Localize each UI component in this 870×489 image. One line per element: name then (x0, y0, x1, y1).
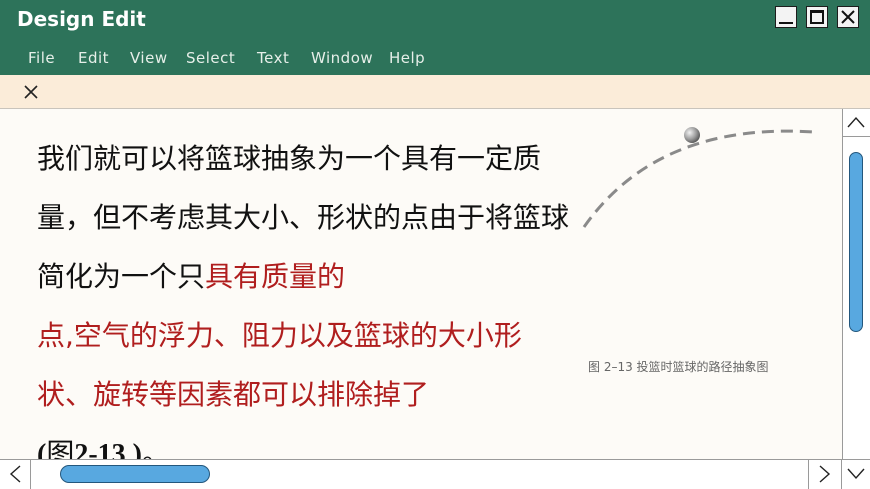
menu-bar: File Edit View Select Text Window Help (0, 39, 870, 75)
ball-icon (684, 127, 700, 143)
scroll-right-icon[interactable] (818, 464, 832, 484)
scroll-left-icon[interactable] (8, 464, 22, 484)
highlight-text-continued: 空气的浮力、阻力以及篮球的大小形状、旋转等因素都可以排除掉了 (37, 319, 522, 411)
maximize-button[interactable] (806, 6, 828, 28)
basketball-path-figure (582, 127, 814, 228)
tab-close-icon[interactable] (22, 83, 40, 101)
minimize-button[interactable] (775, 6, 797, 28)
menu-window[interactable]: Window (311, 49, 373, 67)
menu-text[interactable]: Text (257, 49, 289, 67)
horizontal-scroll-thumb[interactable] (60, 465, 210, 483)
menu-help[interactable]: Help (389, 49, 425, 67)
scroll-divider-right (808, 459, 809, 489)
menu-edit[interactable]: Edit (78, 49, 109, 67)
highlight-text: 具有质量的 (205, 260, 346, 293)
body-paragraph: 我们就可以将篮球抽象为一个具有一定质量，但不考虑其大小、形状的点由于将篮球简化为… (37, 129, 577, 459)
title-bar: Design Edit (0, 0, 870, 39)
maximize-icon (810, 10, 824, 24)
figure-ref-char: 图 (46, 437, 75, 459)
scroll-divider-left (30, 459, 31, 489)
minimize-icon (779, 22, 793, 24)
window-title: Design Edit (17, 7, 146, 31)
scroll-down-icon[interactable] (846, 467, 866, 481)
tab-bar (0, 75, 870, 109)
period: 。 (142, 437, 171, 459)
figure-caption: 图 2–13 投篮时篮球的路径抽象图 (588, 360, 769, 374)
close-button[interactable] (837, 6, 859, 28)
paren-open: ( (37, 439, 47, 459)
scroll-divider (842, 136, 870, 137)
close-icon (841, 10, 855, 24)
menu-file[interactable]: File (28, 49, 55, 67)
figure-reference: 2-13 ) (74, 439, 142, 459)
menu-select[interactable]: Select (186, 49, 235, 67)
scroll-up-icon[interactable] (846, 115, 866, 129)
vertical-scroll-thumb[interactable] (849, 152, 863, 332)
trajectory-path (582, 129, 814, 228)
menu-view[interactable]: View (130, 49, 168, 67)
highlight-text-point: 点, (37, 319, 74, 352)
scroll-divider-corner (841, 459, 842, 489)
